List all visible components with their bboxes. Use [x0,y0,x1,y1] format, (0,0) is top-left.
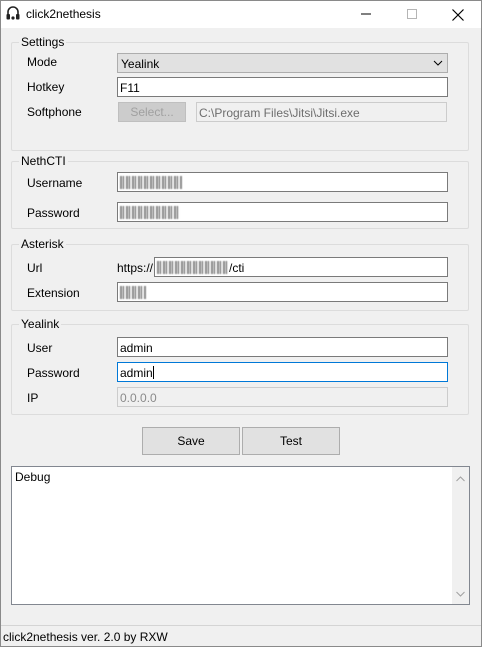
chevron-down-icon [433,57,443,71]
url-prefix: https:// [117,261,154,275]
title-bar[interactable]: click2nethesis [1,1,481,28]
redacted-host [157,261,229,274]
softphone-path-value: C:\Program Files\Jitsi\Jitsi.exe [199,106,360,120]
mode-selected-value: Yealink [121,57,160,71]
yealink-password-input[interactable]: admin [117,362,448,382]
debug-textarea[interactable]: Debug [11,466,470,605]
redacted-password [120,206,180,219]
asterisk-url-input[interactable]: /cti [154,257,448,277]
window-title: click2nethesis [26,7,101,21]
asterisk-group-title: Asterisk [19,237,66,251]
close-icon [452,9,464,21]
yealink-user-value: admin [120,341,153,355]
nethcti-password-label: Password [27,206,80,220]
softphone-label: Softphone [27,105,82,119]
asterisk-extension-input[interactable] [117,282,448,302]
nethcti-username-input[interactable] [117,172,448,192]
minimize-button[interactable] [343,1,389,28]
settings-group: Settings Mode Yealink Hotkey F11 Softpho… [11,35,469,151]
yealink-user-input[interactable]: admin [117,337,448,357]
yealink-user-label: User [27,341,53,355]
status-bar: click2nethesis ver. 2.0 by RXW [1,625,481,646]
hotkey-value: F11 [120,81,140,95]
debug-scrollbar[interactable] [452,467,469,604]
redacted-extension [120,286,146,299]
maximize-icon [407,9,417,19]
yealink-password-value: admin [120,366,153,380]
nethcti-group-title: NethCTI [19,154,68,168]
maximize-button[interactable] [389,1,435,28]
select-softphone-button[interactable]: Select... [118,102,186,122]
asterisk-url-label: Url [27,261,43,275]
scroll-down-icon[interactable] [456,586,465,600]
debug-text: Debug [15,470,51,484]
nethcti-password-input[interactable] [117,202,448,222]
save-button[interactable]: Save [142,427,240,455]
asterisk-group: Asterisk Url https:// /cti Extension [11,237,469,311]
softphone-path-input[interactable]: C:\Program Files\Jitsi\Jitsi.exe [196,102,447,122]
yealink-group-title: Yealink [19,317,62,331]
test-button[interactable]: Test [242,427,340,455]
yealink-ip-label: IP [27,391,39,405]
yealink-ip-placeholder: 0.0.0.0 [120,391,157,405]
text-caret [152,366,154,379]
hotkey-input[interactable]: F11 [117,77,448,97]
yealink-ip-input[interactable]: 0.0.0.0 [117,387,448,407]
mode-select[interactable]: Yealink [117,53,448,73]
yealink-password-label: Password [27,366,80,380]
settings-group-title: Settings [19,35,67,49]
nethcti-username-label: Username [27,176,83,190]
hotkey-label: Hotkey [27,80,65,94]
yealink-group: Yealink User admin Password admin IP 0.0… [11,317,469,415]
nethcti-group: NethCTI Username Password [11,154,469,229]
close-button[interactable] [435,1,481,28]
url-suffix: /cti [229,261,245,275]
mode-label: Mode [27,55,58,69]
asterisk-extension-label: Extension [27,286,80,300]
app-window: click2nethesis Settings Mode Yealink Hot… [0,0,482,647]
version-text: click2nethesis ver. 2.0 by RXW [3,630,168,644]
redacted-username [120,176,182,189]
scroll-up-icon[interactable] [456,471,465,485]
minimize-icon [361,13,371,15]
headset-icon [5,6,21,22]
